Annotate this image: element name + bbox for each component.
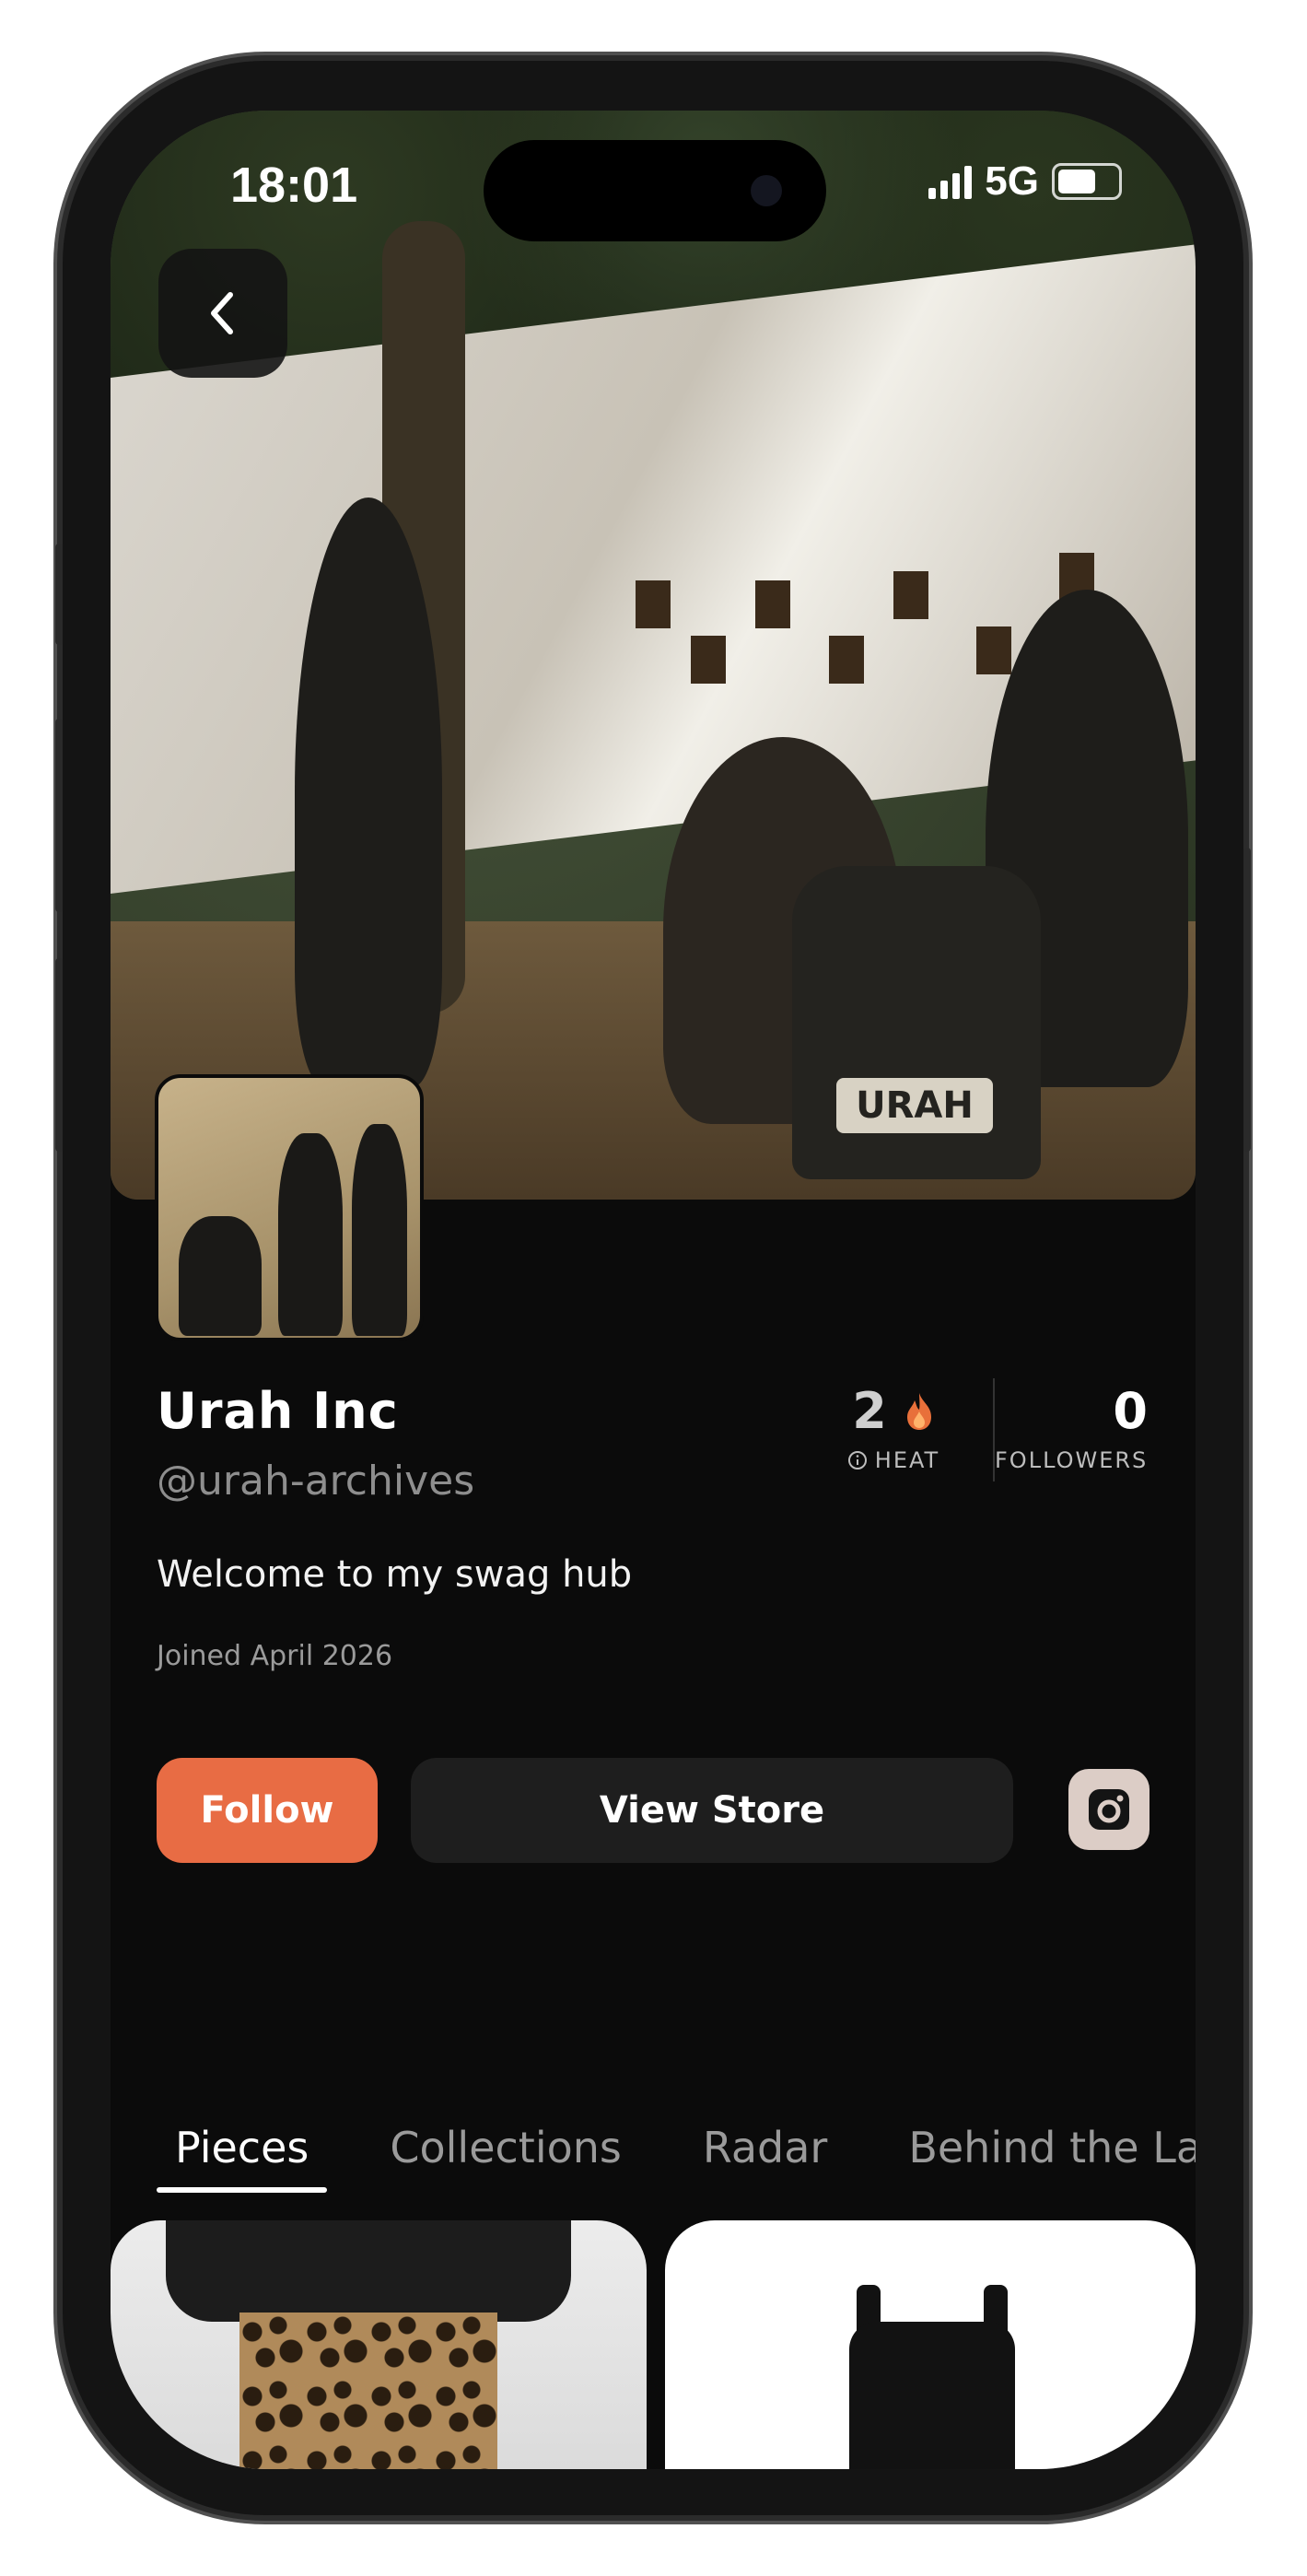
chevron-left-icon — [211, 292, 233, 334]
piece-card[interactable] — [111, 2220, 647, 2469]
follow-button[interactable]: Follow — [157, 1758, 378, 1863]
profile-tabs: Pieces Collections Radar Behind the Labe… — [157, 2123, 1196, 2193]
tab-radar[interactable]: Radar — [684, 2123, 846, 2193]
avatar-person — [352, 1124, 407, 1336]
battery-icon — [1052, 163, 1122, 200]
piece-image-jacket — [166, 2220, 571, 2322]
flame-icon — [906, 1392, 931, 1430]
heat-count: 2 — [852, 1382, 887, 1440]
app-screen: URAH 18:01 5G Urah Inc @urah-archives We… — [111, 111, 1196, 2469]
followers-label: FOLLOWERS — [995, 1447, 1149, 1473]
tab-pieces[interactable]: Pieces — [157, 2123, 328, 2193]
wall-window — [755, 580, 790, 628]
piece-image-tank-top — [849, 2322, 1015, 2469]
avatar-person — [278, 1133, 343, 1336]
followers-stat[interactable]: 0 FOLLOWERS — [995, 1382, 1196, 1473]
avatar-person — [179, 1216, 262, 1336]
profile-avatar — [155, 1074, 424, 1341]
tab-collections[interactable]: Collections — [371, 2123, 640, 2193]
instagram-button[interactable] — [1068, 1769, 1149, 1850]
piece-image-leopard-pants — [239, 2313, 497, 2469]
wall-window — [636, 580, 671, 628]
profile-name: Urah Inc — [157, 1382, 399, 1440]
side-button-volume-down — [55, 958, 63, 1152]
side-button-power — [1243, 848, 1251, 1152]
info-icon[interactable] — [847, 1450, 868, 1470]
heat-stat[interactable]: 2 HEAT — [820, 1382, 967, 1473]
side-button-volume-up — [55, 719, 63, 912]
profile-bio: Welcome to my swag hub — [157, 1553, 633, 1596]
dynamic-island — [484, 140, 826, 241]
network-label: 5G — [985, 158, 1039, 204]
profile-handle: @urah-archives — [157, 1458, 475, 1505]
camera-icon — [751, 175, 782, 206]
profile-joined-date: Joined April 2026 — [157, 1640, 393, 1672]
wall-window — [893, 571, 928, 619]
view-store-button[interactable]: View Store — [411, 1758, 1013, 1863]
signal-icon — [928, 164, 973, 199]
side-button-action — [55, 544, 63, 645]
wall-window — [829, 636, 864, 684]
back-button[interactable] — [158, 249, 287, 378]
piece-card[interactable] — [665, 2220, 1196, 2469]
status-indicators: 5G — [928, 158, 1122, 205]
cover-backpack-label: URAH — [836, 1078, 993, 1133]
tab-behind-the-label[interactable]: Behind the Label — [890, 2123, 1196, 2193]
heat-label: HEAT — [874, 1447, 940, 1473]
wall-window — [976, 626, 1011, 674]
status-time: 18:01 — [230, 158, 358, 213]
cover-person — [295, 498, 442, 1087]
followers-count: 0 — [1113, 1382, 1148, 1440]
wall-window — [691, 636, 726, 684]
instagram-icon — [1089, 1789, 1129, 1830]
